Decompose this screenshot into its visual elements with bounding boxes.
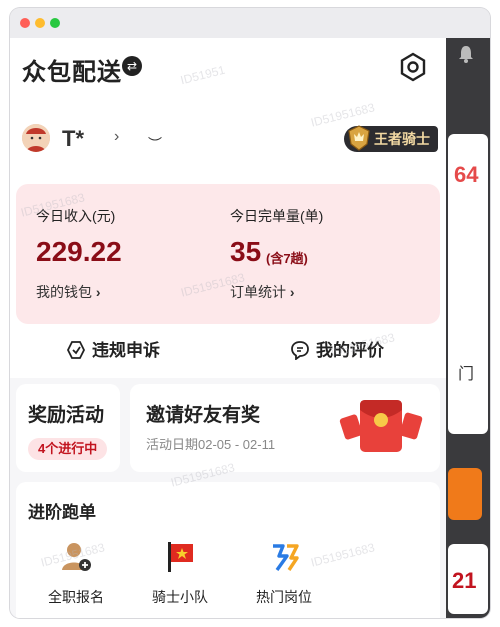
bell-icon <box>459 46 473 63</box>
background-text-mid: 门 <box>458 366 475 383</box>
background-number-top: 64 <box>454 162 479 187</box>
full-time-signup-label: 全职报名 <box>48 589 104 605</box>
hot-jobs-button[interactable]: 热门岗位 <box>244 540 324 607</box>
window-maximize-icon[interactable] <box>50 18 60 28</box>
my-reviews-label: 我的评价 <box>316 341 384 360</box>
invite-dates: 活动日期02-05 - 02-11 <box>146 437 276 452</box>
full-time-signup-button[interactable]: 全职报名 <box>36 540 116 607</box>
swap-icon[interactable]: ⇄ <box>122 56 142 76</box>
rank-badge-label: 王者骑士 <box>374 131 430 147</box>
appeal-icon <box>66 341 86 359</box>
background-app-strip: 64 门 21 <box>446 38 490 618</box>
hot-job-icon <box>273 544 299 571</box>
red-flag-icon <box>168 542 193 572</box>
orders-stats-link-label: 订单统计 <box>230 284 286 300</box>
chevron-right-icon[interactable]: › <box>114 128 119 146</box>
hide-eye-icon[interactable]: ︶ <box>148 134 164 154</box>
crown-shield-icon <box>348 125 370 151</box>
person-add-icon <box>62 543 91 571</box>
income-value: 229.22 <box>36 236 122 267</box>
wallet-link-label: 我的钱包 <box>36 284 92 300</box>
advanced-title: 进阶跑单 <box>28 503 96 522</box>
window-titlebar <box>10 8 490 38</box>
orders-label: 今日完单量(单) <box>230 208 324 224</box>
app-title: 众包配送 <box>22 59 122 86</box>
rider-drawer: 众包配送 ⇄ T* › ︶ 王者骑士 今日收入(元) 229.22 我的钱包 ›… <box>10 38 446 618</box>
background-orange-button <box>448 468 482 520</box>
rewards-title: 奖励活动 <box>28 405 105 426</box>
invite-title: 邀请好友有奖 <box>146 405 261 426</box>
rider-team-label: 骑士小队 <box>152 589 208 605</box>
chevron-right-icon: › <box>289 284 295 300</box>
orders-sub: (含7趟) <box>266 251 308 266</box>
settings-icon[interactable] <box>398 52 428 82</box>
rider-team-button[interactable]: 骑士小队 <box>140 540 220 607</box>
hot-jobs-label: 热门岗位 <box>256 589 312 605</box>
quick-actions: 违规申诉 我的评价 <box>10 330 446 370</box>
window-minimize-icon[interactable] <box>35 18 45 28</box>
rewards-card[interactable]: 奖励活动 4个进行中 <box>16 384 120 472</box>
invite-card[interactable]: 邀请好友有奖 活动日期02-05 - 02-11 <box>130 384 440 495</box>
chat-bubble-icon <box>291 341 309 360</box>
red-envelope-icon <box>339 400 423 452</box>
orders-value: 35 <box>230 236 262 267</box>
background-card: 64 门 <box>448 134 488 434</box>
appeal-label: 违规申诉 <box>92 341 160 360</box>
advanced-card: 进阶跑单 全职报名 骑士小队 热门岗位 <box>16 482 440 618</box>
daily-stats-card: 今日收入(元) 229.22 我的钱包 › 今日完单量(单) 35 (含7趟) … <box>16 184 440 324</box>
background-number-bottom: 21 <box>452 568 477 593</box>
avatar[interactable] <box>22 124 50 152</box>
orders-stats-link[interactable]: 订单统计 › <box>230 282 295 302</box>
wallet-link[interactable]: 我的钱包 › <box>36 282 101 302</box>
appeal-button[interactable]: 违规申诉 <box>66 336 160 361</box>
rewards-count-badge: 4个进行中 <box>28 438 108 460</box>
rank-badge[interactable]: 王者骑士 <box>344 125 438 152</box>
rider-name[interactable]: T* <box>62 126 84 152</box>
drawer-header: 众包配送 ⇄ T* › ︶ 王者骑士 今日收入(元) 229.22 我的钱包 ›… <box>10 38 446 378</box>
my-reviews-button[interactable]: 我的评价 <box>290 336 384 361</box>
income-label: 今日收入(元) <box>36 208 116 224</box>
background-card-bottom: 21 <box>448 544 488 614</box>
app-window: 64 门 21 众包配送 ⇄ T* › ︶ 王者骑士 今日收入(元) 229.2… <box>10 8 490 618</box>
window-close-icon[interactable] <box>20 18 30 28</box>
chevron-right-icon: › <box>95 284 101 300</box>
